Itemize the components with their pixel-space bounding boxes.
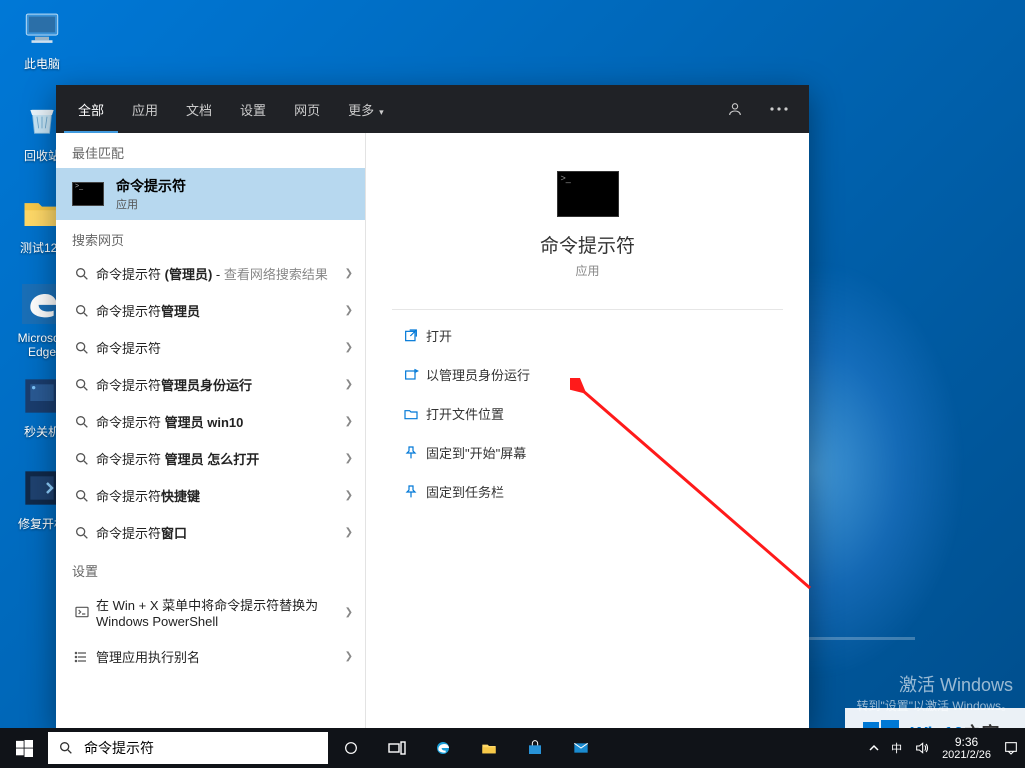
result-text: 命令提示符 (管理员) - 查看网络搜索结果 (96, 264, 345, 283)
section-best-match: 最佳匹配 (56, 133, 365, 168)
settings-result[interactable]: 管理应用执行别名 ❯ (56, 638, 365, 675)
desktop-icon-label: 此电脑 (4, 54, 80, 73)
action-open-location[interactable]: 打开文件位置 (392, 394, 783, 433)
more-options-icon[interactable] (757, 107, 801, 111)
tab-web[interactable]: 网页 (280, 86, 334, 133)
chevron-right-icon: ❯ (345, 651, 353, 662)
action-label: 固定到"开始"屏幕 (426, 443, 526, 462)
chevron-right-icon: ❯ (345, 268, 353, 279)
tray-clock[interactable]: 9:36 2021/2/26 (936, 728, 997, 768)
system-tray: 中 9:36 2021/2/26 (863, 728, 1025, 768)
action-run-as-admin[interactable]: 以管理员身份运行 (392, 355, 783, 394)
web-result[interactable]: 命令提示符快捷键 ❯ (56, 477, 365, 514)
result-text: 命令提示符窗口 (96, 523, 345, 542)
pin-icon (396, 484, 426, 500)
search-icon (68, 488, 96, 504)
action-label: 打开文件位置 (426, 404, 504, 423)
taskbar-search[interactable] (48, 732, 328, 764)
search-panel: 全部 应用 文档 设置 网页 更多 最佳匹配 命令提示符 应用 搜索网页 (56, 85, 809, 728)
tray-ime-icon[interactable]: 中 (885, 728, 908, 768)
search-icon (68, 303, 96, 319)
tray-notifications-icon[interactable] (997, 728, 1025, 768)
list-icon (68, 649, 96, 665)
action-pin-start[interactable]: 固定到"开始"屏幕 (392, 433, 783, 472)
cmd-icon (72, 182, 104, 206)
terminal-icon (68, 604, 96, 620)
web-result[interactable]: 命令提示符 (管理员) - 查看网络搜索结果 ❯ (56, 255, 365, 292)
preview-title: 命令提示符 (392, 231, 783, 258)
tab-docs[interactable]: 文档 (172, 86, 226, 133)
results-list: 最佳匹配 命令提示符 应用 搜索网页 命令提示符 (管理员) - 查看网络搜索结… (56, 133, 366, 728)
folder-open-icon (396, 406, 426, 422)
result-text: 命令提示符 (96, 338, 345, 357)
app-preview-icon (557, 171, 619, 217)
preview-sub: 应用 (392, 262, 783, 279)
result-text: 在 Win + X 菜单中将命令提示符替换为 Windows PowerShel… (96, 595, 345, 629)
start-button[interactable] (0, 728, 48, 768)
result-text: 管理应用执行别名 (96, 647, 345, 666)
chevron-right-icon: ❯ (345, 342, 353, 353)
section-settings: 设置 (56, 551, 365, 586)
best-match-item[interactable]: 命令提示符 应用 (56, 168, 365, 220)
action-label: 固定到任务栏 (426, 482, 504, 501)
tray-chevron-icon[interactable] (863, 728, 885, 768)
this-pc-icon (20, 6, 64, 50)
chevron-right-icon: ❯ (345, 490, 353, 501)
store-taskbar-icon[interactable] (512, 728, 558, 768)
shield-icon (396, 367, 426, 383)
chevron-right-icon: ❯ (345, 607, 353, 618)
chevron-right-icon: ❯ (345, 379, 353, 390)
result-text: 命令提示符管理员 (96, 301, 345, 320)
desktop-icon-this-pc[interactable]: 此电脑 (4, 6, 80, 73)
open-icon (396, 328, 426, 344)
tab-all[interactable]: 全部 (64, 86, 118, 133)
tab-more[interactable]: 更多 (334, 86, 398, 133)
action-label: 打开 (426, 326, 452, 345)
search-icon (48, 740, 84, 756)
best-match-sub: 应用 (116, 196, 186, 212)
explorer-taskbar-icon[interactable] (466, 728, 512, 768)
watermark-title: 激活 Windows (856, 671, 1013, 697)
tab-apps[interactable]: 应用 (118, 86, 172, 133)
user-icon[interactable] (713, 101, 757, 117)
search-tabs: 全部 应用 文档 设置 网页 更多 (56, 85, 809, 133)
tab-settings[interactable]: 设置 (226, 86, 280, 133)
web-result[interactable]: 命令提示符 ❯ (56, 329, 365, 366)
task-view-icon[interactable] (374, 728, 420, 768)
action-label: 以管理员身份运行 (426, 365, 530, 384)
action-open[interactable]: 打开 (392, 316, 783, 355)
result-text: 命令提示符 管理员 win10 (96, 412, 345, 431)
mail-taskbar-icon[interactable] (558, 728, 604, 768)
search-icon (68, 414, 96, 430)
settings-result[interactable]: 在 Win + X 菜单中将命令提示符替换为 Windows PowerShel… (56, 586, 365, 638)
web-result[interactable]: 命令提示符管理员身份运行 ❯ (56, 366, 365, 403)
web-result[interactable]: 命令提示符管理员 ❯ (56, 292, 365, 329)
result-text: 命令提示符 管理员 怎么打开 (96, 449, 345, 468)
taskbar: 中 9:36 2021/2/26 (0, 728, 1025, 768)
web-result[interactable]: 命令提示符 管理员 win10 ❯ (56, 403, 365, 440)
search-input[interactable] (84, 740, 328, 756)
web-result[interactable]: 命令提示符 管理员 怎么打开 ❯ (56, 440, 365, 477)
web-result[interactable]: 命令提示符窗口 ❯ (56, 514, 365, 551)
result-text: 命令提示符管理员身份运行 (96, 375, 345, 394)
section-web: 搜索网页 (56, 220, 365, 255)
pin-icon (396, 445, 426, 461)
search-icon (68, 377, 96, 393)
search-icon (68, 451, 96, 467)
chevron-right-icon: ❯ (345, 416, 353, 427)
action-pin-taskbar[interactable]: 固定到任务栏 (392, 472, 783, 511)
result-text: 命令提示符快捷键 (96, 486, 345, 505)
best-match-title: 命令提示符 (116, 176, 186, 196)
search-icon (68, 340, 96, 356)
cortana-icon[interactable] (328, 728, 374, 768)
chevron-right-icon: ❯ (345, 527, 353, 538)
edge-taskbar-icon[interactable] (420, 728, 466, 768)
search-icon (68, 525, 96, 541)
chevron-right-icon: ❯ (345, 453, 353, 464)
search-icon (68, 266, 96, 282)
chevron-right-icon: ❯ (345, 305, 353, 316)
preview-pane: 命令提示符 应用 打开 以管理员身份运行 打开文件位置 固定到"开始"屏幕 固 (366, 133, 809, 728)
tray-volume-icon[interactable] (908, 728, 936, 768)
